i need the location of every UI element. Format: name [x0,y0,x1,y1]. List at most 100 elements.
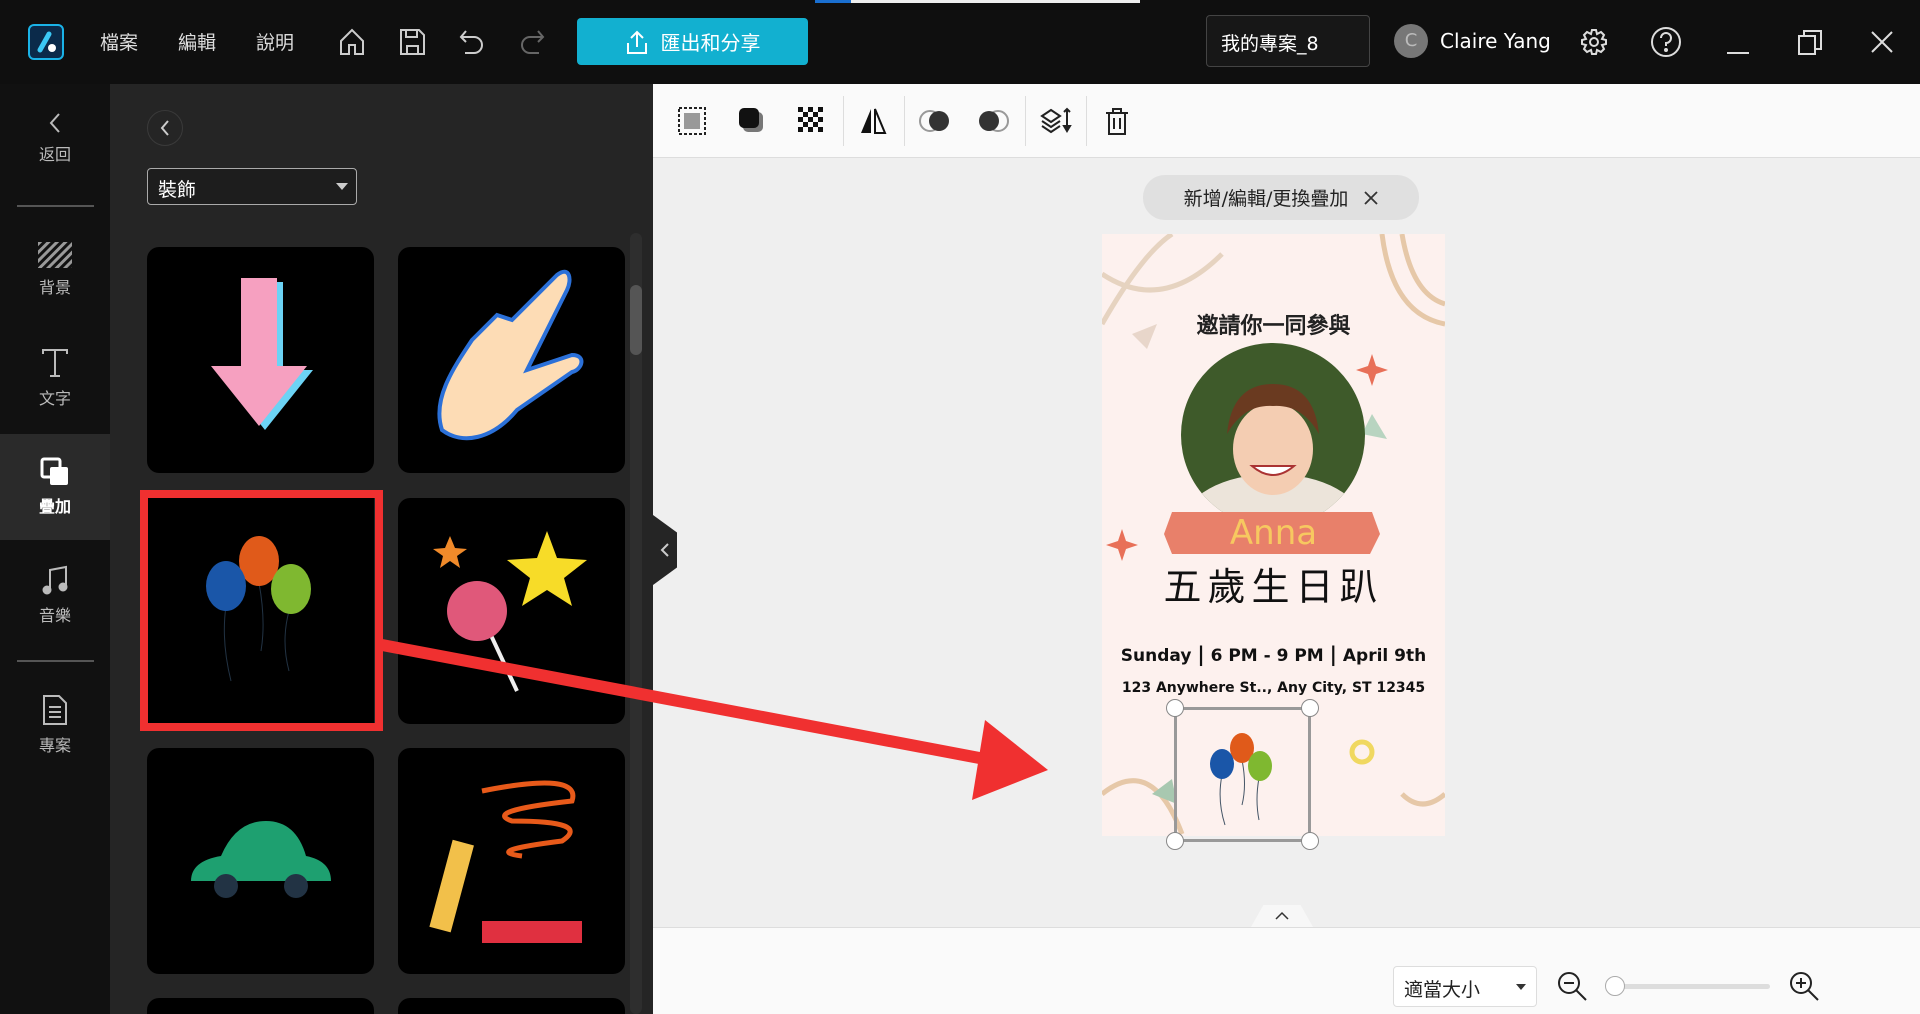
music-icon [42,565,68,595]
trash-icon[interactable] [1096,100,1138,142]
flip-icon[interactable] [852,100,894,142]
card-day: Sunday [1120,646,1192,666]
card-title: 邀請你一同參與 [1196,314,1351,339]
blend-back-icon[interactable] [914,100,956,142]
save-icon[interactable] [392,22,432,62]
nav-back[interactable]: 返回 [0,98,110,178]
nav-divider [17,205,94,207]
toolbar-divider [843,96,844,146]
export-share-button[interactable]: 匯出和分享 [577,18,808,65]
chevron-left-icon [660,543,669,557]
redo-icon[interactable] [512,22,552,62]
nav-item-text[interactable]: 文字 [0,333,110,423]
toolbar-divider [1086,96,1087,146]
bottom-bar [653,927,1920,1014]
overlay-hint-pill: 新增/編輯/更換疊加 [1143,175,1419,220]
overlay-hint-text: 新增/編輯/更換疊加 [1183,188,1349,210]
dropdown-arrow-icon [1516,984,1526,990]
sticker-pink-down-arrow[interactable] [147,247,374,473]
crop-icon[interactable] [671,100,713,142]
menu-edit[interactable]: 編輯 [178,28,216,55]
category-value: 裝飾 [158,179,197,201]
car-image [190,821,331,898]
chevron-left-icon [160,120,169,136]
card-address: 123 Anywhere St.., Any City, ST 12345 [1121,680,1426,696]
nav-label: 專案 [38,736,71,755]
card-time: 6 PM - 9 PM [1210,646,1324,666]
sticker-tile[interactable] [398,998,625,1014]
project-name-field[interactable]: 我的專案_8 [1206,15,1370,67]
zoom-slider-track[interactable] [1610,984,1770,989]
progress-indicator [815,0,1140,3]
layer-order-icon[interactable] [1035,100,1077,142]
blend-front-icon[interactable] [972,100,1014,142]
nav-divider [17,660,94,662]
sticker-star-lollipop[interactable] [398,498,625,724]
close-icon[interactable] [1862,22,1902,62]
card-headline: 五歲生日趴 [1163,565,1384,609]
hand-image [436,269,583,441]
scrollbar-thumb[interactable] [630,285,642,355]
export-label: 匯出和分享 [660,31,761,55]
panel-back-button[interactable] [147,110,183,146]
home-icon[interactable] [332,22,372,62]
text-icon [42,349,68,377]
nav-back-label: 返回 [38,145,71,164]
resize-handle[interactable] [1301,699,1319,717]
shadow-icon[interactable] [731,100,773,142]
nav-item-music[interactable]: 音樂 [0,550,110,640]
resize-handle[interactable] [1301,832,1319,850]
nav-label: 背景 [38,278,71,297]
resize-handle[interactable] [1166,832,1184,850]
zoom-in-icon[interactable] [1788,970,1822,1008]
zoom-slider-handle[interactable] [1605,976,1625,996]
card-date: April 9th [1342,646,1427,666]
card-event-details: Sunday | 6 PM - 9 PM | April 9th [1120,642,1427,666]
dropdown-arrow-icon [336,183,348,190]
background-icon [38,242,72,268]
avatar[interactable]: C [1394,24,1428,58]
restore-icon[interactable] [1790,22,1830,62]
nav-label: 文字 [38,389,71,408]
toolbar-divider [1025,96,1026,146]
zoom-out-icon[interactable] [1556,970,1590,1008]
zoom-fit-dropdown[interactable]: 適當大小 [1393,966,1537,1007]
selected-overlay-balloons[interactable] [1166,699,1319,850]
gear-icon[interactable] [1574,22,1614,62]
chevron-up-icon [1275,911,1289,920]
zoom-option: 適當大小 [1404,979,1481,1001]
user-name[interactable]: Claire Yang [1440,29,1551,53]
chevron-left-icon [49,113,60,133]
sticker-tile[interactable] [147,998,374,1014]
nav-item-overlay[interactable]: 疊加 [0,434,110,540]
sticker-crayon-scribble[interactable] [398,748,625,974]
app-logo [28,24,64,60]
nav-label: 疊加 [38,497,71,516]
crayon-image [428,780,582,943]
balloons-image [1210,733,1272,826]
resize-handle[interactable] [1166,699,1184,717]
title-bar: 檔案 編輯 說明 匯出和分享 我的專案_8 C Claire Yang [0,0,1920,84]
sticker-green-car[interactable] [147,748,374,974]
nav-item-project[interactable]: 專案 [0,680,110,770]
invitation-card[interactable]: 邀請你一同參與 Anna 五歲生日趴 Sunday | 6 PM - 9 PM … [1102,234,1445,850]
sticker-pointing-hand[interactable] [398,247,625,473]
document-icon [43,695,67,725]
minimize-icon[interactable] [1718,22,1758,62]
help-icon[interactable] [1646,22,1686,62]
category-dropdown[interactable]: 裝飾 [147,168,357,205]
toolbar-divider [904,96,905,146]
menu-help[interactable]: 說明 [256,28,294,55]
upload-icon [626,30,647,54]
pink-arrow-image [210,278,313,430]
transparency-icon[interactable] [791,100,833,142]
close-icon[interactable] [1364,190,1379,205]
left-nav [0,84,110,1014]
nav-label: 音樂 [38,606,71,625]
undo-icon[interactable] [452,22,492,62]
selection-highlight-annotation [140,490,383,731]
card-name: Anna [1229,513,1318,553]
menu-file[interactable]: 檔案 [100,28,138,55]
overlay-icon [40,457,68,485]
nav-item-background[interactable]: 背景 [0,225,110,315]
